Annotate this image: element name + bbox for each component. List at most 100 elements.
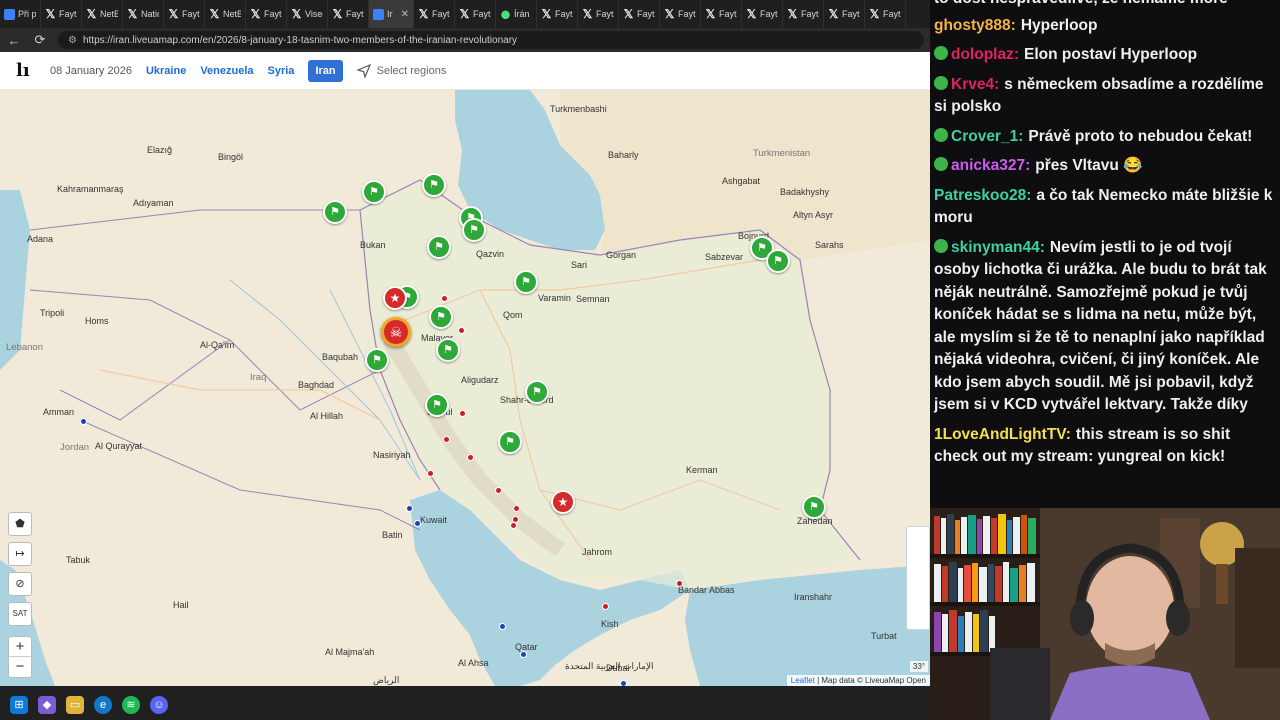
x-logo-icon: 𝕏 xyxy=(828,6,839,21)
red-event-dot[interactable] xyxy=(495,487,502,494)
hide-icon[interactable]: ⊘ xyxy=(8,572,32,596)
satellite-toggle[interactable]: SAT xyxy=(8,602,32,626)
select-regions-button[interactable]: Select regions xyxy=(356,63,446,78)
protest-marker-icon[interactable]: ⚑ xyxy=(422,173,446,197)
protest-marker-icon[interactable]: ⚑ xyxy=(525,380,549,404)
chat-username[interactable]: anicka327: xyxy=(951,157,1030,174)
back-arrow-icon[interactable]: ← xyxy=(6,33,22,48)
tab-close-icon[interactable]: ✕ xyxy=(401,9,409,20)
map-label-gorgan: Gorgan xyxy=(606,250,637,260)
liveuamap-logo[interactable]: lı xyxy=(16,60,36,81)
x-logo-icon: 𝕏 xyxy=(705,6,716,21)
browser-tab[interactable]: 𝕏Faytu xyxy=(865,0,906,28)
map-label-batin: Batin xyxy=(382,530,403,540)
browser-tab[interactable]: 𝕏NetBl xyxy=(82,0,123,28)
protest-marker-icon[interactable]: ⚑ xyxy=(362,180,386,204)
discord-icon[interactable]: ☺ xyxy=(150,696,168,714)
protest-marker-icon[interactable]: ⚑ xyxy=(436,338,460,362)
browser-tab[interactable]: 𝕏Faytu xyxy=(701,0,742,28)
protest-marker-icon[interactable]: ⚑ xyxy=(425,393,449,417)
browser-tab[interactable]: 𝕏Faytu xyxy=(414,0,455,28)
blue-event-dot[interactable] xyxy=(520,651,527,658)
browser-tab[interactable]: 𝕏Faytu xyxy=(246,0,287,28)
url-field[interactable]: ⚙ https://iran.liveuamap.com/en/2026/8-j… xyxy=(58,31,924,49)
browser-tab[interactable]: 𝕏Faytu xyxy=(783,0,824,28)
protest-marker-icon[interactable]: ⚑ xyxy=(498,430,522,454)
map-label-al-qurayyat: Al Qurayyat xyxy=(95,441,143,451)
red-event-dot[interactable] xyxy=(510,522,517,529)
protest-marker-icon[interactable]: ⚑ xyxy=(365,348,389,372)
red-event-dot[interactable] xyxy=(467,454,474,461)
url-text: https://iran.liveuamap.com/en/2026/8-jan… xyxy=(82,34,518,46)
red-event-dot[interactable] xyxy=(459,410,466,417)
browser-tab[interactable]: 𝕏Viseg xyxy=(287,0,328,28)
red-event-dot[interactable] xyxy=(676,580,683,587)
region-syria[interactable]: Syria xyxy=(268,65,295,77)
red-event-dot[interactable] xyxy=(443,436,450,443)
chat-username[interactable]: ghosty888: xyxy=(934,17,1016,34)
browser-tab[interactable]: Při pr xyxy=(0,0,41,28)
protest-marker-icon[interactable]: ⚑ xyxy=(323,200,347,224)
browser-tab[interactable]: ⬤ Írán - xyxy=(496,0,537,28)
browser-tab[interactable]: 𝕏Faytu xyxy=(660,0,701,28)
chat-username[interactable]: 1LoveAndLightTV: xyxy=(934,426,1071,443)
chat-username[interactable]: skinyman44: xyxy=(951,239,1045,256)
browser-tab[interactable]: 𝕏Faytu xyxy=(164,0,205,28)
blue-event-dot[interactable] xyxy=(80,418,87,425)
edge-browser-icon[interactable]: e xyxy=(94,696,112,714)
browser-tab[interactable]: Ir ✕ xyxy=(369,0,414,28)
skull-marker-icon[interactable]: ☠ xyxy=(381,317,411,347)
red-event-dot[interactable] xyxy=(513,505,520,512)
red-event-dot[interactable] xyxy=(427,470,434,477)
leaflet-link[interactable]: Leaflet xyxy=(791,676,815,685)
browser-tab[interactable]: 𝕏Faytu xyxy=(578,0,619,28)
region-iran[interactable]: Iran xyxy=(308,59,343,82)
side-panel-toggle[interactable] xyxy=(906,526,930,630)
protest-marker-icon[interactable]: ⚑ xyxy=(766,249,790,273)
news-date[interactable]: 08 January 2026 xyxy=(50,65,132,77)
region-ukraine[interactable]: Ukraine xyxy=(146,65,186,77)
chat-username[interactable]: Crover_1: xyxy=(951,128,1023,145)
map-view[interactable]: Elazığ Bingöl Kahramanmaraş Adıyaman Adana Tr… xyxy=(0,90,930,686)
incident-marker-icon[interactable]: ★ xyxy=(551,490,575,514)
browser-tab[interactable]: 𝕏Faytu xyxy=(455,0,496,28)
zoom-in-button[interactable]: + xyxy=(9,637,31,657)
chat-username[interactable]: Patreskoo28: xyxy=(934,187,1031,204)
protest-marker-icon[interactable]: ⚑ xyxy=(514,270,538,294)
measure-icon[interactable]: ↦ xyxy=(8,542,32,566)
browser-tab[interactable]: 𝕏Faytu xyxy=(742,0,783,28)
red-event-dot[interactable] xyxy=(441,295,448,302)
browser-tab[interactable]: 𝕏NetBl xyxy=(205,0,246,28)
spotify-icon[interactable]: ≋ xyxy=(122,696,140,714)
blue-event-dot[interactable] xyxy=(406,505,413,512)
zoom-out-button[interactable]: − xyxy=(9,657,31,677)
layers-icon[interactable]: ⬟ xyxy=(8,512,32,536)
incident-marker-icon[interactable]: ★ xyxy=(383,286,407,310)
region-venezuela[interactable]: Venezuela xyxy=(200,65,253,77)
chat-username[interactable]: doloplaz: xyxy=(951,46,1019,63)
browser-tab[interactable]: 𝕏Faytu xyxy=(537,0,578,28)
reload-icon[interactable]: ⟳ xyxy=(32,32,48,48)
blue-event-dot[interactable] xyxy=(620,680,627,686)
windows-start-icon[interactable]: ⊞ xyxy=(10,696,28,714)
protest-marker-icon[interactable]: ⚑ xyxy=(429,305,453,329)
protest-marker-icon[interactable]: ⚑ xyxy=(462,218,486,242)
map-label-tabuk: Tabuk xyxy=(66,555,91,565)
copilot-icon[interactable]: ◆ xyxy=(38,696,56,714)
file-explorer-icon[interactable]: ▭ xyxy=(66,696,84,714)
browser-tab[interactable]: 𝕏Faytu xyxy=(824,0,865,28)
x-logo-icon: 𝕏 xyxy=(86,6,97,21)
protest-marker-icon[interactable]: ⚑ xyxy=(427,235,451,259)
protest-marker-icon[interactable]: ⚑ xyxy=(802,495,826,519)
red-event-dot[interactable] xyxy=(458,327,465,334)
chat-username[interactable]: Krve4: xyxy=(951,76,999,93)
site-info-icon[interactable]: ⚙ xyxy=(68,35,77,46)
red-event-dot[interactable] xyxy=(602,603,609,610)
browser-tab[interactable]: 𝕏Faytu xyxy=(619,0,660,28)
blue-event-dot[interactable] xyxy=(414,520,421,527)
blue-event-dot[interactable] xyxy=(499,623,506,630)
browser-tab[interactable]: 𝕏Natio xyxy=(123,0,164,28)
browser-tab[interactable]: 𝕏Faytu xyxy=(41,0,82,28)
browser-tab[interactable]: 𝕏Faytu xyxy=(328,0,369,28)
subscriber-badge-icon xyxy=(934,238,948,253)
